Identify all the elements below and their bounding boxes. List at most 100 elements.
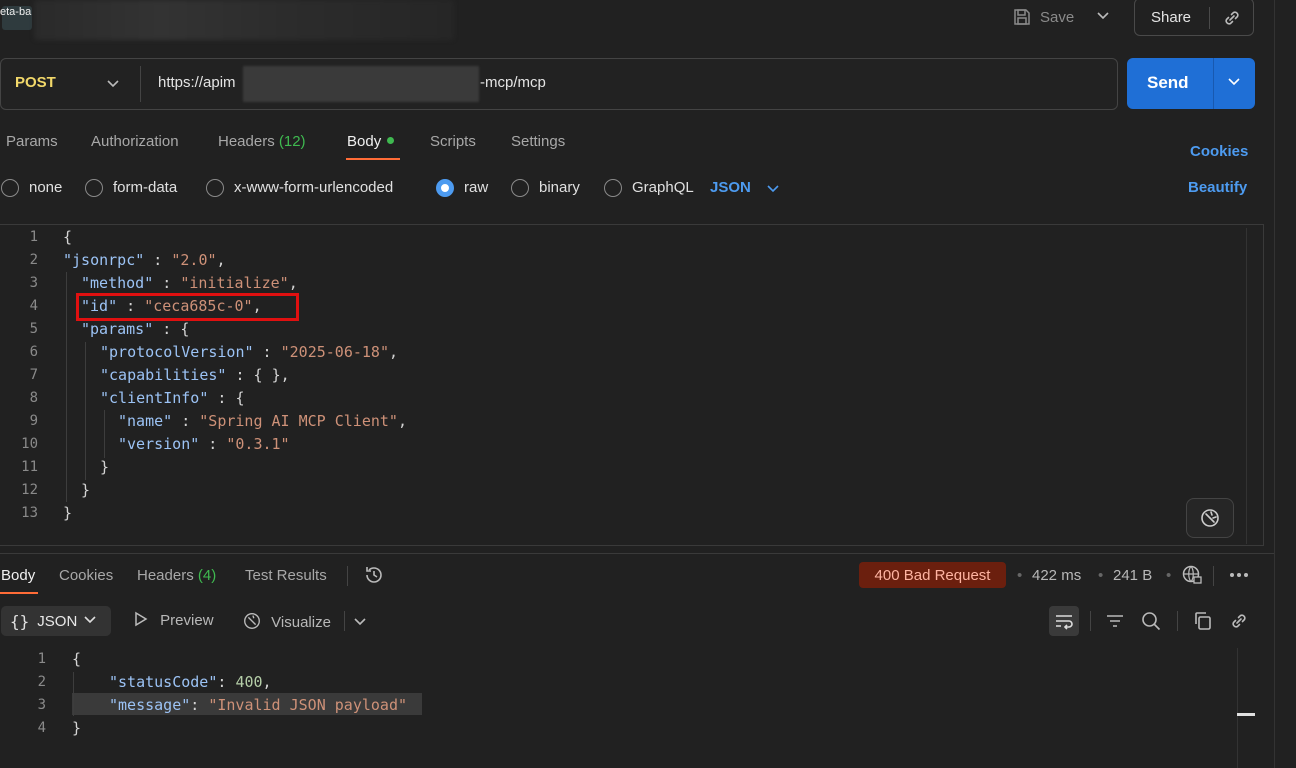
response-tab-test-results[interactable]: Test Results bbox=[245, 567, 327, 584]
preview-button[interactable]: Preview bbox=[134, 611, 214, 629]
share-label: Share bbox=[1151, 8, 1192, 26]
line-number: 2 bbox=[29, 252, 38, 268]
share-button[interactable]: Share bbox=[1134, 0, 1254, 36]
separator-dot: • bbox=[1098, 567, 1104, 584]
url-input[interactable]: https://apim bbox=[158, 74, 236, 91]
code-line-12: } bbox=[81, 481, 91, 499]
radio-form-data[interactable] bbox=[85, 179, 103, 197]
radio-raw-label[interactable]: raw bbox=[464, 179, 488, 196]
response-line-4: } bbox=[72, 719, 82, 737]
network-info-button[interactable] bbox=[1181, 564, 1203, 590]
response-line-1: { bbox=[72, 650, 82, 668]
line-number: 9 bbox=[29, 413, 38, 429]
visualize-button[interactable]: Visualize bbox=[242, 611, 331, 631]
body-indicator-dot bbox=[387, 137, 395, 144]
visualize-options-button[interactable] bbox=[353, 614, 367, 632]
tab-headers[interactable]: Headers (12) bbox=[218, 133, 306, 150]
save-icon bbox=[1014, 9, 1030, 25]
globe-lock-icon bbox=[1182, 565, 1202, 584]
response-tab-cookies[interactable]: Cookies bbox=[59, 567, 113, 584]
wrap-icon bbox=[1056, 615, 1073, 630]
response-tab-headers-count: (4) bbox=[197, 567, 217, 584]
response-format-select[interactable]: {} JSON bbox=[1, 606, 111, 636]
request-body-editor[interactable] bbox=[0, 224, 1264, 546]
separator-dot: • bbox=[1166, 567, 1172, 584]
tab-settings[interactable]: Settings bbox=[511, 133, 565, 150]
share-divider bbox=[1209, 7, 1210, 29]
filter-button[interactable] bbox=[1104, 610, 1126, 636]
status-badge[interactable]: 400 Bad Request bbox=[859, 562, 1006, 588]
radio-urlencoded[interactable] bbox=[206, 179, 224, 197]
ai-assist-button[interactable] bbox=[1186, 498, 1234, 538]
code-line-5: "params" : { bbox=[81, 320, 190, 338]
line-number: 8 bbox=[29, 390, 38, 406]
url-input-tail[interactable]: -mcp/mcp bbox=[480, 74, 546, 91]
line-number: 3 bbox=[29, 275, 38, 291]
tab-body[interactable]: Body bbox=[347, 133, 395, 150]
radio-urlencoded-label[interactable]: x-www-form-urlencoded bbox=[234, 179, 393, 196]
response-line-3: "message": "Invalid JSON payload" bbox=[109, 696, 408, 714]
send-label: Send bbox=[1147, 73, 1189, 92]
history-button[interactable] bbox=[363, 564, 385, 590]
send-divider bbox=[1213, 58, 1214, 109]
line-number: 4 bbox=[29, 298, 38, 314]
save-options-button[interactable] bbox=[1096, 8, 1110, 26]
visualize-icon bbox=[244, 613, 260, 629]
line-number: 4 bbox=[37, 720, 46, 736]
cookies-link[interactable]: Cookies bbox=[1190, 143, 1248, 160]
tools-divider bbox=[1090, 611, 1091, 631]
tab-authorization[interactable]: Authorization bbox=[91, 133, 179, 150]
tab-headers-count: (12) bbox=[278, 133, 306, 150]
radio-none-label[interactable]: none bbox=[29, 179, 62, 196]
response-tab-body[interactable]: Body bbox=[1, 567, 35, 584]
copy-link-button[interactable] bbox=[1221, 7, 1243, 33]
tab-scripts[interactable]: Scripts bbox=[430, 133, 476, 150]
line-number: 5 bbox=[29, 321, 38, 337]
code-line-13: } bbox=[63, 504, 73, 522]
radio-raw[interactable] bbox=[436, 179, 454, 197]
more-options-button[interactable] bbox=[1229, 566, 1249, 588]
radio-none[interactable] bbox=[1, 179, 19, 197]
send-options-button[interactable] bbox=[1227, 74, 1241, 92]
line-number: 2 bbox=[37, 674, 46, 690]
beautify-button[interactable]: Beautify bbox=[1188, 179, 1247, 196]
url-divider bbox=[140, 66, 141, 102]
editor-scrollbar[interactable] bbox=[1246, 228, 1247, 544]
send-button[interactable]: Send bbox=[1127, 58, 1255, 109]
response-scrollbar-thumb[interactable] bbox=[1237, 713, 1255, 716]
chevron-down-icon bbox=[107, 80, 119, 88]
code-line-10: "version" : "0.3.1" bbox=[118, 435, 290, 453]
code-line-6: "protocolVersion" : "2025-06-18", bbox=[100, 343, 399, 361]
search-icon bbox=[1142, 612, 1161, 631]
response-size[interactable]: 241 B bbox=[1113, 567, 1152, 584]
radio-graphql-label[interactable]: GraphQL bbox=[632, 179, 694, 196]
response-tab-headers[interactable]: Headers (4) bbox=[137, 567, 216, 584]
preview-label: Preview bbox=[160, 612, 214, 629]
language-select[interactable]: JSON bbox=[710, 179, 751, 196]
response-scrollbar[interactable] bbox=[1237, 648, 1238, 768]
copy-button[interactable] bbox=[1192, 610, 1214, 636]
language-dropdown[interactable] bbox=[766, 181, 780, 199]
json-braces-icon: {} bbox=[10, 611, 30, 631]
indent-guide bbox=[104, 410, 105, 458]
code-line-11: } bbox=[100, 458, 110, 476]
line-number: 1 bbox=[37, 651, 46, 667]
panel-edge bbox=[1274, 0, 1275, 768]
chevron-down-icon bbox=[354, 618, 366, 626]
method-dropdown[interactable] bbox=[106, 76, 120, 94]
history-icon bbox=[366, 567, 382, 583]
response-time[interactable]: 422 ms bbox=[1032, 567, 1081, 584]
method-select[interactable]: POST bbox=[15, 74, 56, 91]
radio-binary[interactable] bbox=[511, 179, 529, 197]
radio-form-data-label[interactable]: form-data bbox=[113, 179, 177, 196]
radio-graphql[interactable] bbox=[604, 179, 622, 197]
wrap-lines-button[interactable] bbox=[1049, 606, 1079, 636]
copy-icon bbox=[1195, 612, 1211, 630]
blurred-request-title bbox=[34, 0, 454, 40]
annotation-highlight-box bbox=[76, 293, 299, 321]
copy-link-response-button[interactable] bbox=[1228, 610, 1250, 636]
search-button[interactable] bbox=[1140, 610, 1162, 636]
radio-binary-label[interactable]: binary bbox=[539, 179, 580, 196]
tab-params[interactable]: Params bbox=[6, 133, 58, 150]
indent-guide bbox=[66, 272, 67, 502]
